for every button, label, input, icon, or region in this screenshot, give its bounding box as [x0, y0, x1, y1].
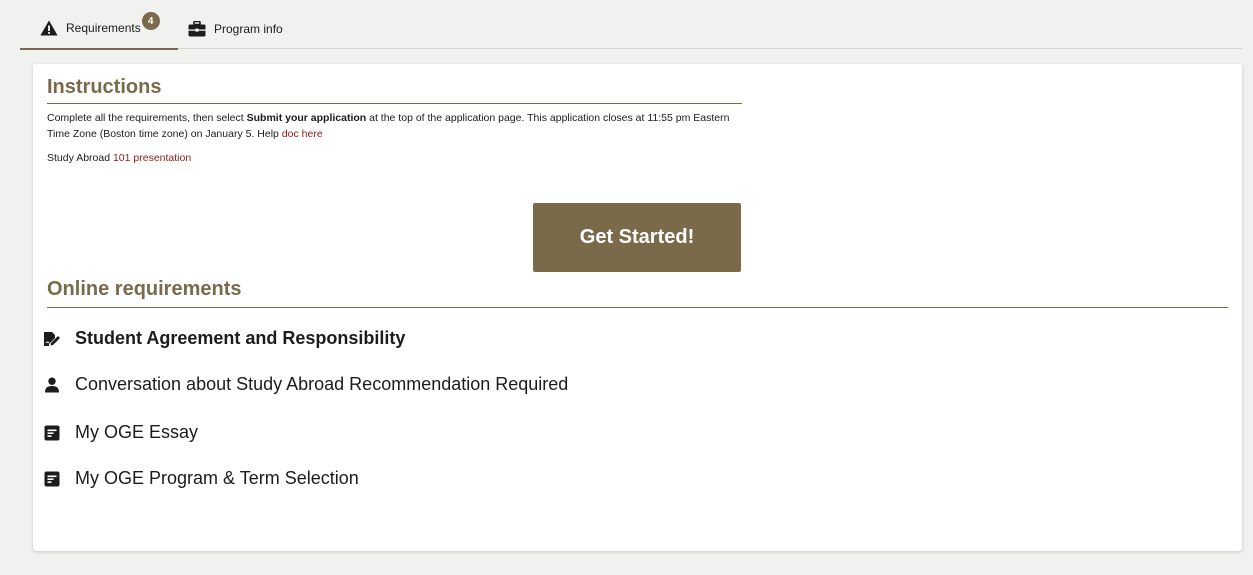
get-started-button[interactable]: Get Started!: [533, 203, 741, 272]
requirement-label: Conversation about Study Abroad Recommen…: [75, 374, 569, 394]
online-requirements-heading: Online requirements: [47, 278, 1228, 308]
requirement-label: My OGE Program & Term Selection: [75, 468, 359, 488]
list-item-program-term-selection[interactable]: My OGE Program & Term Selection: [43, 468, 359, 489]
list-item-student-agreement[interactable]: Student Agreement and Responsibility: [43, 328, 405, 349]
form-icon: [43, 425, 61, 441]
requirement-label: My OGE Essay: [75, 422, 199, 442]
form-icon: [43, 471, 61, 487]
presentation-prefix: Study Abroad: [47, 152, 113, 164]
presentation-link[interactable]: 101 presentation: [113, 152, 191, 164]
presentation-text: Study Abroad 101 presentation: [47, 152, 742, 164]
tab-requirements-label: Requirements: [66, 21, 141, 35]
warning-triangle-icon: [40, 20, 58, 36]
help-doc-link[interactable]: doc here: [282, 128, 323, 140]
online-requirements-section: Online requirements: [47, 278, 1228, 308]
list-item-oge-essay[interactable]: My OGE Essay: [43, 422, 198, 443]
instructions-text: Complete all the requirements, then sele…: [47, 110, 742, 142]
tab-bar: Requirements 4 Program info: [20, 8, 1242, 50]
requirements-count-badge: 4: [141, 12, 160, 30]
requirement-label: Student Agreement and Responsibility: [75, 328, 406, 348]
instructions-text-bold: Submit your application: [246, 112, 367, 124]
briefcase-icon: [188, 20, 206, 37]
user-icon: [43, 377, 61, 393]
instructions-heading: Instructions: [47, 64, 742, 104]
instructions-text-before: Complete all the requirements, then sele…: [47, 112, 247, 124]
signature-icon: [43, 331, 61, 347]
application-card: Instructions Complete all the requiremen…: [33, 64, 1242, 551]
list-item-conversation[interactable]: Conversation about Study Abroad Recommen…: [43, 374, 568, 395]
instructions-section: Instructions Complete all the requiremen…: [47, 64, 742, 164]
tab-requirements[interactable]: Requirements 4: [20, 8, 178, 50]
tab-program-info-label: Program info: [214, 21, 283, 36]
tab-program-info[interactable]: Program info: [188, 8, 283, 49]
